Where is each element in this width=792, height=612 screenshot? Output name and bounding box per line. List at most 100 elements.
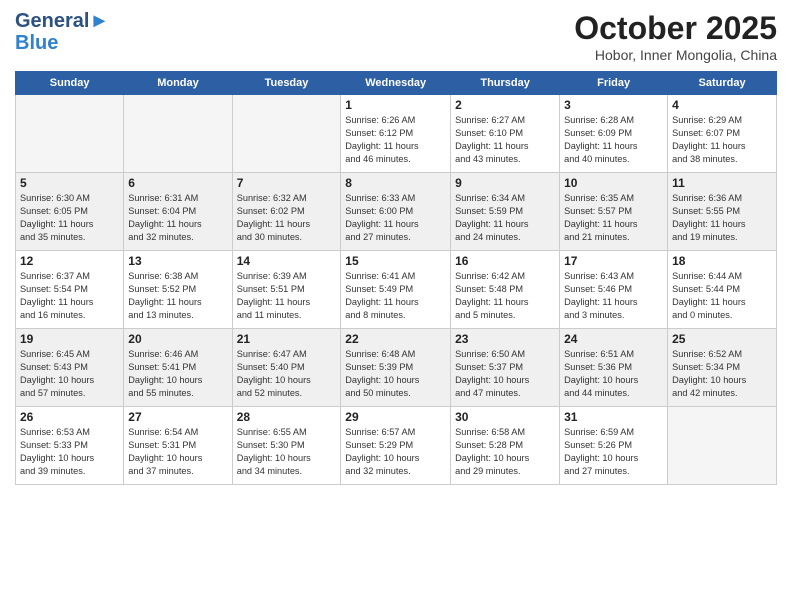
- calendar-week-row: 1 Sunrise: 6:26 AMSunset: 6:12 PMDaylight…: [16, 95, 777, 173]
- calendar-week-row: 5Sunrise: 6:30 AMSunset: 6:05 PMDaylight…: [16, 173, 777, 251]
- day-info: Sunrise: 6:26 AMSunset: 6:12 PMDaylight:…: [345, 114, 446, 166]
- calendar-week-row: 12 Sunrise: 6:37 AMSunset: 5:54 PMDayligh…: [16, 251, 777, 329]
- weekday-header: Monday: [124, 72, 232, 95]
- day-number: 20: [128, 332, 227, 346]
- day-number: 8: [345, 176, 446, 190]
- day-info: Sunrise: 6:50 AMSunset: 5:37 PMDaylight:…: [455, 348, 555, 400]
- calendar-cell: 14 Sunrise: 6:39 AMSunset: 5:51 PMDayligh…: [232, 251, 341, 329]
- calendar-cell: 10Sunrise: 6:35 AMSunset: 5:57 PMDayligh…: [560, 173, 668, 251]
- day-info: Sunrise: 6:44 AMSunset: 5:44 PMDaylight:…: [672, 270, 772, 322]
- day-number: 4: [672, 98, 772, 112]
- day-info: Sunrise: 6:47 AMSunset: 5:40 PMDaylight:…: [237, 348, 337, 400]
- day-info: Sunrise: 6:51 AMSunset: 5:36 PMDaylight:…: [564, 348, 663, 400]
- month-title: October 2025: [574, 10, 777, 47]
- calendar-cell: 24 Sunrise: 6:51 AMSunset: 5:36 PMDayligh…: [560, 329, 668, 407]
- day-number: 27: [128, 410, 227, 424]
- calendar-cell: [232, 95, 341, 173]
- day-number: 1: [345, 98, 446, 112]
- day-number: 28: [237, 410, 337, 424]
- day-number: 7: [237, 176, 337, 190]
- logo-text: General►: [15, 10, 109, 32]
- day-number: 24: [564, 332, 663, 346]
- day-number: 31: [564, 410, 663, 424]
- day-number: 12: [20, 254, 119, 268]
- day-number: 26: [20, 410, 119, 424]
- calendar-cell: 11 Sunrise: 6:36 AMSunset: 5:55 PMDayligh…: [668, 173, 777, 251]
- title-block: October 2025 Hobor, Inner Mongolia, Chin…: [574, 10, 777, 63]
- calendar-cell: 13Sunrise: 6:38 AMSunset: 5:52 PMDayligh…: [124, 251, 232, 329]
- day-number: 21: [237, 332, 337, 346]
- day-number: 2: [455, 98, 555, 112]
- calendar-cell: 5Sunrise: 6:30 AMSunset: 6:05 PMDaylight…: [16, 173, 124, 251]
- calendar-cell: [668, 407, 777, 485]
- weekday-header: Saturday: [668, 72, 777, 95]
- day-info: Sunrise: 6:37 AMSunset: 5:54 PMDaylight:…: [20, 270, 119, 322]
- day-info: Sunrise: 6:42 AMSunset: 5:48 PMDaylight:…: [455, 270, 555, 322]
- calendar-cell: 27 Sunrise: 6:54 AMSunset: 5:31 PMDayligh…: [124, 407, 232, 485]
- calendar-cell: 31Sunrise: 6:59 AMSunset: 5:26 PMDayligh…: [560, 407, 668, 485]
- day-info: Sunrise: 6:30 AMSunset: 6:05 PMDaylight:…: [20, 192, 119, 244]
- day-info: Sunrise: 6:55 AMSunset: 5:30 PMDaylight:…: [237, 426, 337, 478]
- calendar-cell: 1 Sunrise: 6:26 AMSunset: 6:12 PMDaylight…: [341, 95, 451, 173]
- calendar-cell: 25Sunrise: 6:52 AMSunset: 5:34 PMDayligh…: [668, 329, 777, 407]
- day-number: 23: [455, 332, 555, 346]
- day-number: 19: [20, 332, 119, 346]
- weekday-header: Tuesday: [232, 72, 341, 95]
- day-number: 15: [345, 254, 446, 268]
- calendar-cell: 19 Sunrise: 6:45 AMSunset: 5:43 PMDayligh…: [16, 329, 124, 407]
- day-info: Sunrise: 6:27 AMSunset: 6:10 PMDaylight:…: [455, 114, 555, 166]
- calendar-cell: 12 Sunrise: 6:37 AMSunset: 5:54 PMDayligh…: [16, 251, 124, 329]
- calendar-cell: 18 Sunrise: 6:44 AMSunset: 5:44 PMDayligh…: [668, 251, 777, 329]
- day-info: Sunrise: 6:33 AMSunset: 6:00 PMDaylight:…: [345, 192, 446, 244]
- day-info: Sunrise: 6:35 AMSunset: 5:57 PMDaylight:…: [564, 192, 663, 244]
- location: Hobor, Inner Mongolia, China: [574, 47, 777, 63]
- day-number: 18: [672, 254, 772, 268]
- day-number: 3: [564, 98, 663, 112]
- day-number: 25: [672, 332, 772, 346]
- day-info: Sunrise: 6:32 AMSunset: 6:02 PMDaylight:…: [237, 192, 337, 244]
- day-number: 29: [345, 410, 446, 424]
- day-info: Sunrise: 6:48 AMSunset: 5:39 PMDaylight:…: [345, 348, 446, 400]
- calendar-cell: 4Sunrise: 6:29 AMSunset: 6:07 PMDaylight…: [668, 95, 777, 173]
- day-info: Sunrise: 6:43 AMSunset: 5:46 PMDaylight:…: [564, 270, 663, 322]
- weekday-header: Wednesday: [341, 72, 451, 95]
- weekday-header: Friday: [560, 72, 668, 95]
- weekday-header-row: SundayMondayTuesdayWednesdayThursdayFrid…: [16, 72, 777, 95]
- header: General► Blue October 2025 Hobor, Inner …: [15, 10, 777, 63]
- day-number: 9: [455, 176, 555, 190]
- day-number: 13: [128, 254, 227, 268]
- day-info: Sunrise: 6:39 AMSunset: 5:51 PMDaylight:…: [237, 270, 337, 322]
- calendar-cell: 2 Sunrise: 6:27 AMSunset: 6:10 PMDaylight…: [451, 95, 560, 173]
- calendar-cell: 28 Sunrise: 6:55 AMSunset: 5:30 PMDayligh…: [232, 407, 341, 485]
- calendar-cell: 21 Sunrise: 6:47 AMSunset: 5:40 PMDayligh…: [232, 329, 341, 407]
- calendar-cell: 6Sunrise: 6:31 AMSunset: 6:04 PMDaylight…: [124, 173, 232, 251]
- calendar-cell: 8 Sunrise: 6:33 AMSunset: 6:00 PMDaylight…: [341, 173, 451, 251]
- day-number: 6: [128, 176, 227, 190]
- calendar-cell: 30 Sunrise: 6:58 AMSunset: 5:28 PMDayligh…: [451, 407, 560, 485]
- calendar-week-row: 19 Sunrise: 6:45 AMSunset: 5:43 PMDayligh…: [16, 329, 777, 407]
- day-number: 30: [455, 410, 555, 424]
- calendar-cell: 22 Sunrise: 6:48 AMSunset: 5:39 PMDayligh…: [341, 329, 451, 407]
- day-info: Sunrise: 6:54 AMSunset: 5:31 PMDaylight:…: [128, 426, 227, 478]
- day-info: Sunrise: 6:36 AMSunset: 5:55 PMDaylight:…: [672, 192, 772, 244]
- calendar-cell: 23 Sunrise: 6:50 AMSunset: 5:37 PMDayligh…: [451, 329, 560, 407]
- weekday-header: Thursday: [451, 72, 560, 95]
- logo-blue: Blue: [15, 32, 109, 54]
- calendar-week-row: 26 Sunrise: 6:53 AMSunset: 5:33 PMDayligh…: [16, 407, 777, 485]
- day-info: Sunrise: 6:45 AMSunset: 5:43 PMDaylight:…: [20, 348, 119, 400]
- day-info: Sunrise: 6:57 AMSunset: 5:29 PMDaylight:…: [345, 426, 446, 478]
- day-number: 22: [345, 332, 446, 346]
- calendar-table: SundayMondayTuesdayWednesdayThursdayFrid…: [15, 71, 777, 485]
- calendar-cell: 20Sunrise: 6:46 AMSunset: 5:41 PMDayligh…: [124, 329, 232, 407]
- calendar-cell: 26 Sunrise: 6:53 AMSunset: 5:33 PMDayligh…: [16, 407, 124, 485]
- day-info: Sunrise: 6:53 AMSunset: 5:33 PMDaylight:…: [20, 426, 119, 478]
- day-number: 11: [672, 176, 772, 190]
- calendar-cell: 3 Sunrise: 6:28 AMSunset: 6:09 PMDaylight…: [560, 95, 668, 173]
- calendar-cell: [16, 95, 124, 173]
- day-info: Sunrise: 6:58 AMSunset: 5:28 PMDaylight:…: [455, 426, 555, 478]
- day-number: 14: [237, 254, 337, 268]
- day-info: Sunrise: 6:34 AMSunset: 5:59 PMDaylight:…: [455, 192, 555, 244]
- day-info: Sunrise: 6:41 AMSunset: 5:49 PMDaylight:…: [345, 270, 446, 322]
- day-info: Sunrise: 6:28 AMSunset: 6:09 PMDaylight:…: [564, 114, 663, 166]
- page-container: General► Blue October 2025 Hobor, Inner …: [0, 0, 792, 490]
